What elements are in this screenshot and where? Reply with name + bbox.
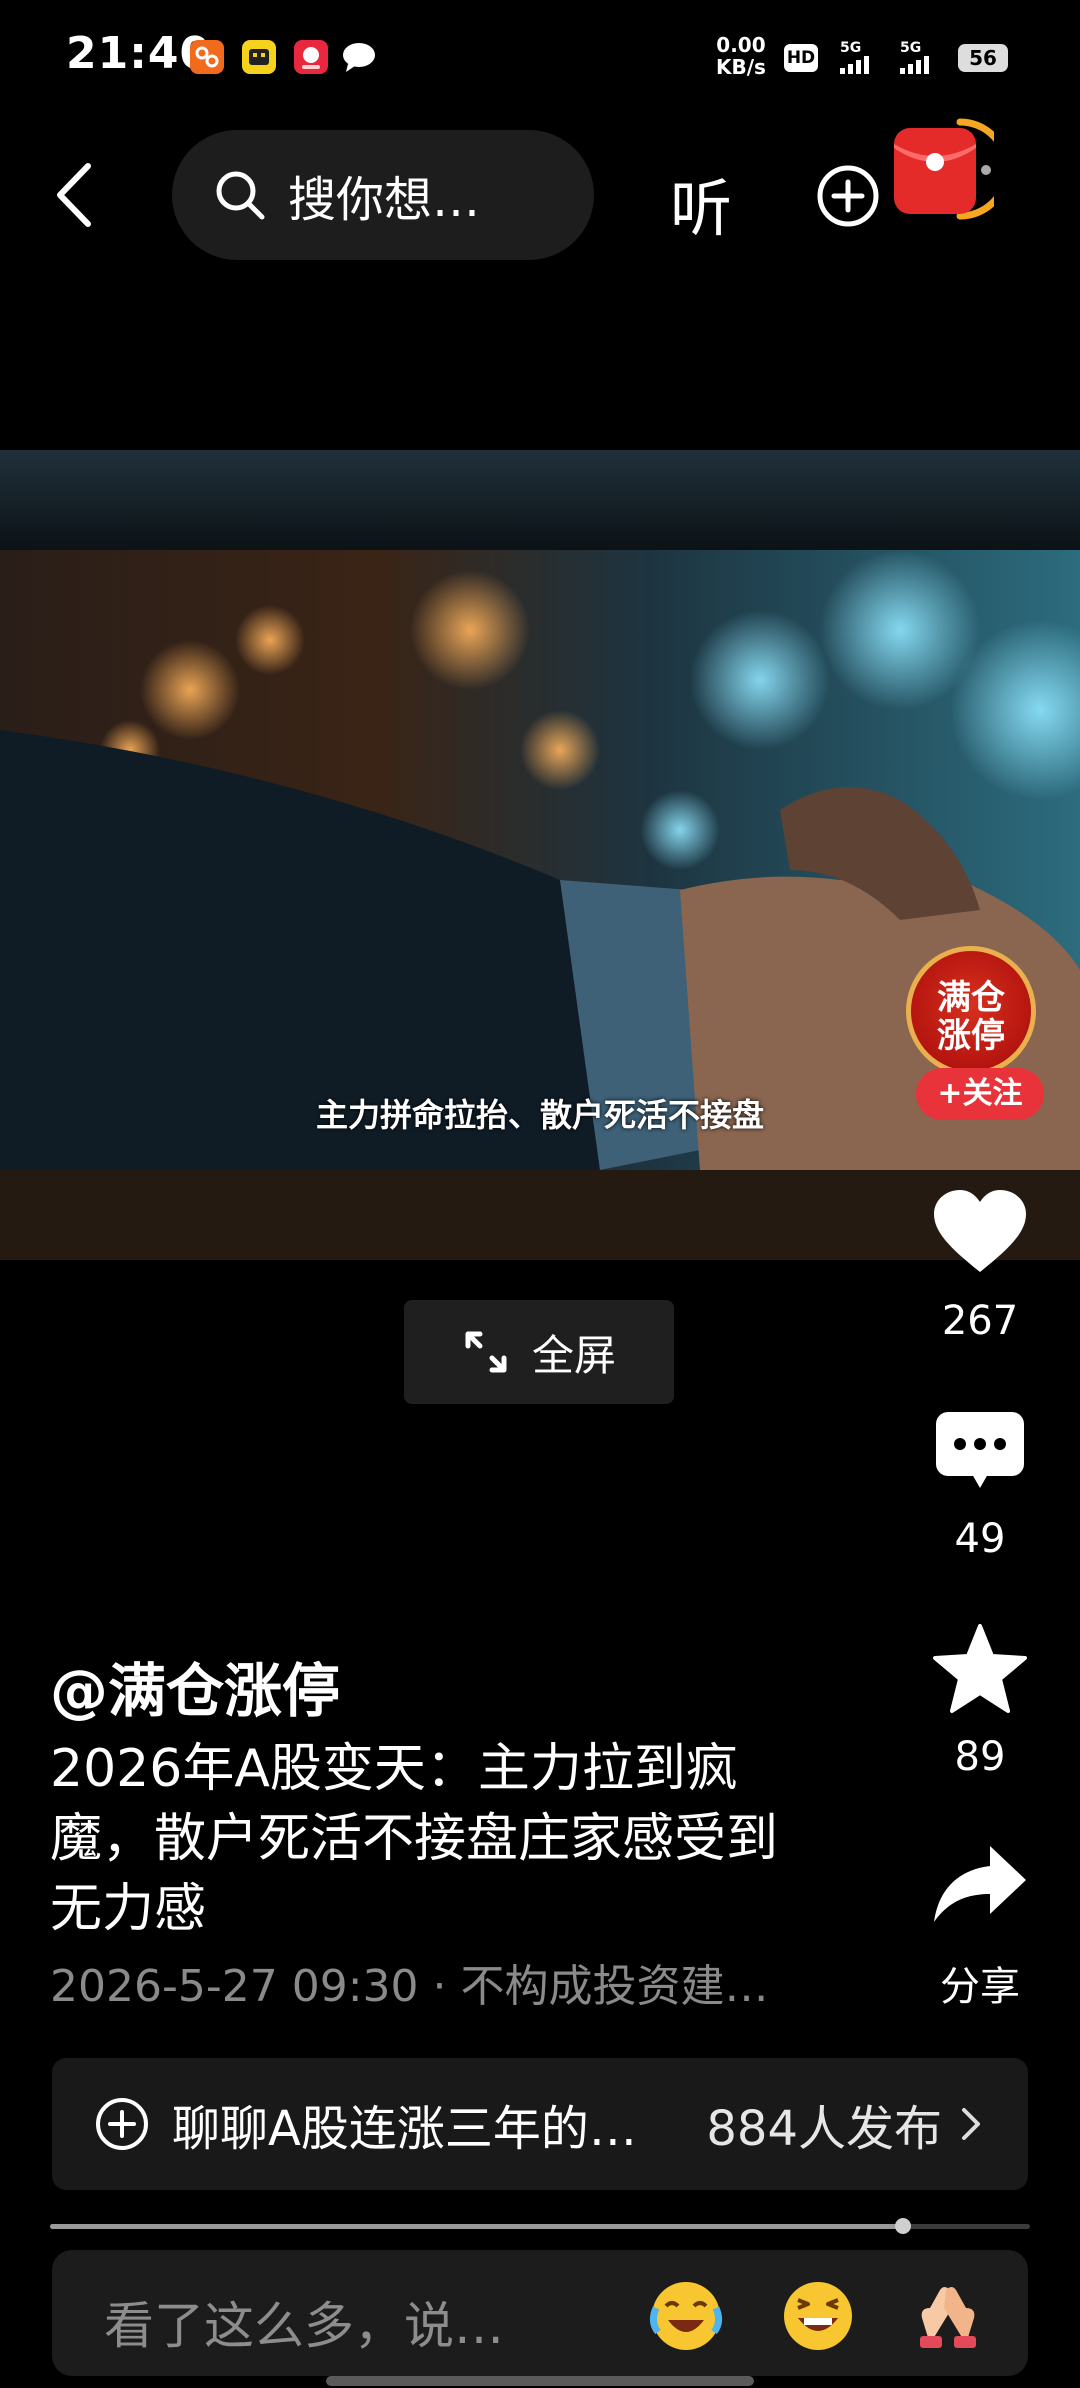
post-description: 2026年A股变天：主力拉到疯魔，散户死活不接盘庄家感受到无力感: [50, 1739, 779, 1939]
avatar-text-line2: 涨停: [937, 1016, 1005, 1056]
comment-count: 49: [954, 1516, 1006, 1562]
network-speed-unit: KB/s: [716, 55, 766, 79]
back-button[interactable]: [50, 160, 100, 230]
comment-button[interactable]: [930, 1408, 1030, 1496]
battery-indicator: 56: [958, 44, 1008, 72]
author-name[interactable]: @满仓涨停: [50, 1644, 340, 1728]
video-progress-fill: [50, 2224, 903, 2229]
plus-circle-icon: [817, 165, 879, 227]
topic-text: 聊聊A股连涨三年的…: [172, 2101, 637, 2157]
share-button[interactable]: [930, 1842, 1030, 1930]
follow-button[interactable]: +关注: [916, 1068, 1044, 1120]
video-player[interactable]: [0, 450, 1080, 1260]
expand-icon: [465, 1331, 507, 1373]
sim2-signal-bars-icon: [900, 56, 929, 74]
app-notification-icon: [294, 40, 328, 74]
sim2-signal: 5G: [900, 40, 921, 56]
post-meta[interactable]: 2026-5-27 09:30 · 不构成投资建…: [50, 1950, 768, 2014]
avatar-text-line1: 满仓: [937, 978, 1005, 1018]
home-indicator[interactable]: [326, 2376, 754, 2386]
heart-icon: [934, 1190, 1026, 1272]
video-progress-handle[interactable]: [894, 2218, 911, 2234]
message-icon: [340, 40, 378, 74]
favorite-button[interactable]: [930, 1622, 1030, 1718]
app-notification-icon: [242, 40, 276, 74]
sim1-signal: 5G: [840, 40, 861, 56]
search-placeholder: 搜你想…: [288, 172, 481, 228]
fullscreen-label: 全屏: [531, 1330, 616, 1380]
listen-button[interactable]: 听: [670, 158, 732, 248]
network-speed: 0.00 KB/s: [716, 34, 766, 78]
share-label: 分享: [940, 1964, 1020, 2010]
like-button[interactable]: [930, 1186, 1030, 1280]
topic-banner[interactable]: 聊聊A股连涨三年的… 884人发布: [52, 2058, 1028, 2190]
chevron-right-icon: [962, 2108, 980, 2140]
plus-circle-icon: [96, 2098, 148, 2150]
like-count: 267: [941, 1298, 1019, 1344]
sim1-network-label: 5G: [840, 40, 862, 56]
add-button[interactable]: [816, 164, 880, 228]
share-arrow-icon: [934, 1846, 1026, 1922]
star-icon: [933, 1624, 1027, 1713]
red-envelope-button[interactable]: [890, 118, 1011, 224]
video-frame-image: [0, 450, 1080, 1260]
network-speed-value: 0.00: [716, 33, 766, 57]
clap-emoji-icon[interactable]: [910, 2278, 986, 2354]
topic-participants: 884人发布: [706, 2101, 942, 2157]
hd-voice-icon: HD: [784, 44, 818, 72]
red-envelope-icon: [894, 118, 1011, 220]
favorite-count: 89: [954, 1734, 1006, 1780]
search-icon: [216, 171, 265, 220]
search-box[interactable]: 搜你想…: [172, 130, 594, 260]
comment-input-placeholder[interactable]: 看了这么多，说…: [104, 2286, 504, 2358]
creator-avatar[interactable]: 满仓 涨停: [906, 946, 1036, 1076]
sim2-network-label: 5G: [900, 40, 922, 56]
comment-bubble-icon: [936, 1412, 1024, 1488]
app-notification-icon: [190, 40, 224, 74]
grin-emoji-icon[interactable]: [780, 2278, 856, 2354]
fullscreen-button[interactable]: 全屏: [404, 1300, 674, 1404]
laugh-cry-emoji-icon[interactable]: [648, 2278, 724, 2354]
sim1-signal-bars-icon: [840, 56, 869, 74]
